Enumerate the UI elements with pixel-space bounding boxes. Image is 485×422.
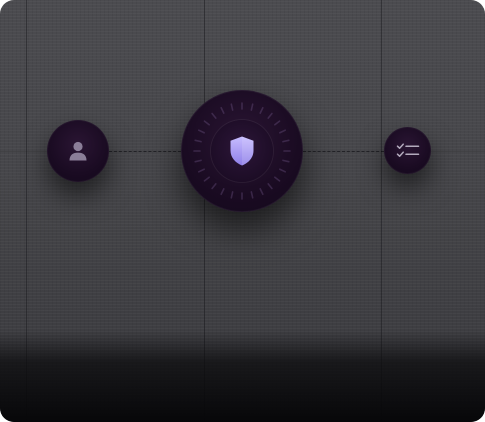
tick-mark [267, 112, 273, 119]
tick-mark [203, 120, 210, 126]
tick-mark [230, 103, 234, 111]
tick-mark [194, 139, 202, 143]
tick-mark [211, 183, 217, 190]
bottom-gradient [0, 330, 485, 422]
tick-mark [282, 139, 290, 143]
tick-mark [194, 159, 202, 163]
canvas [0, 0, 485, 422]
tick-mark [279, 168, 287, 173]
tick-mark [259, 188, 264, 196]
tick-mark [274, 176, 281, 182]
tick-mark [250, 191, 254, 199]
tick-mark [197, 129, 205, 134]
tick-mark [282, 159, 290, 163]
tick-mark [211, 112, 217, 119]
tasks-node[interactable] [384, 127, 431, 174]
tick-mark [259, 106, 264, 114]
user-node[interactable] [47, 120, 109, 182]
user-icon [69, 141, 87, 161]
tick-mark [279, 129, 287, 134]
tick-mark [230, 191, 234, 199]
shield-icon [230, 136, 254, 166]
tick-mark [203, 176, 210, 182]
tick-mark [220, 188, 225, 196]
tick-mark [220, 106, 225, 114]
tick-mark [267, 183, 273, 190]
tick-mark [274, 120, 281, 126]
connector-line [109, 151, 181, 152]
grid-line [26, 0, 27, 422]
grid-line [381, 0, 382, 422]
tick-mark [250, 103, 254, 111]
tick-mark [197, 168, 205, 173]
checklist-icon [396, 142, 419, 157]
connector-line [303, 151, 384, 152]
security-node[interactable] [181, 90, 303, 212]
